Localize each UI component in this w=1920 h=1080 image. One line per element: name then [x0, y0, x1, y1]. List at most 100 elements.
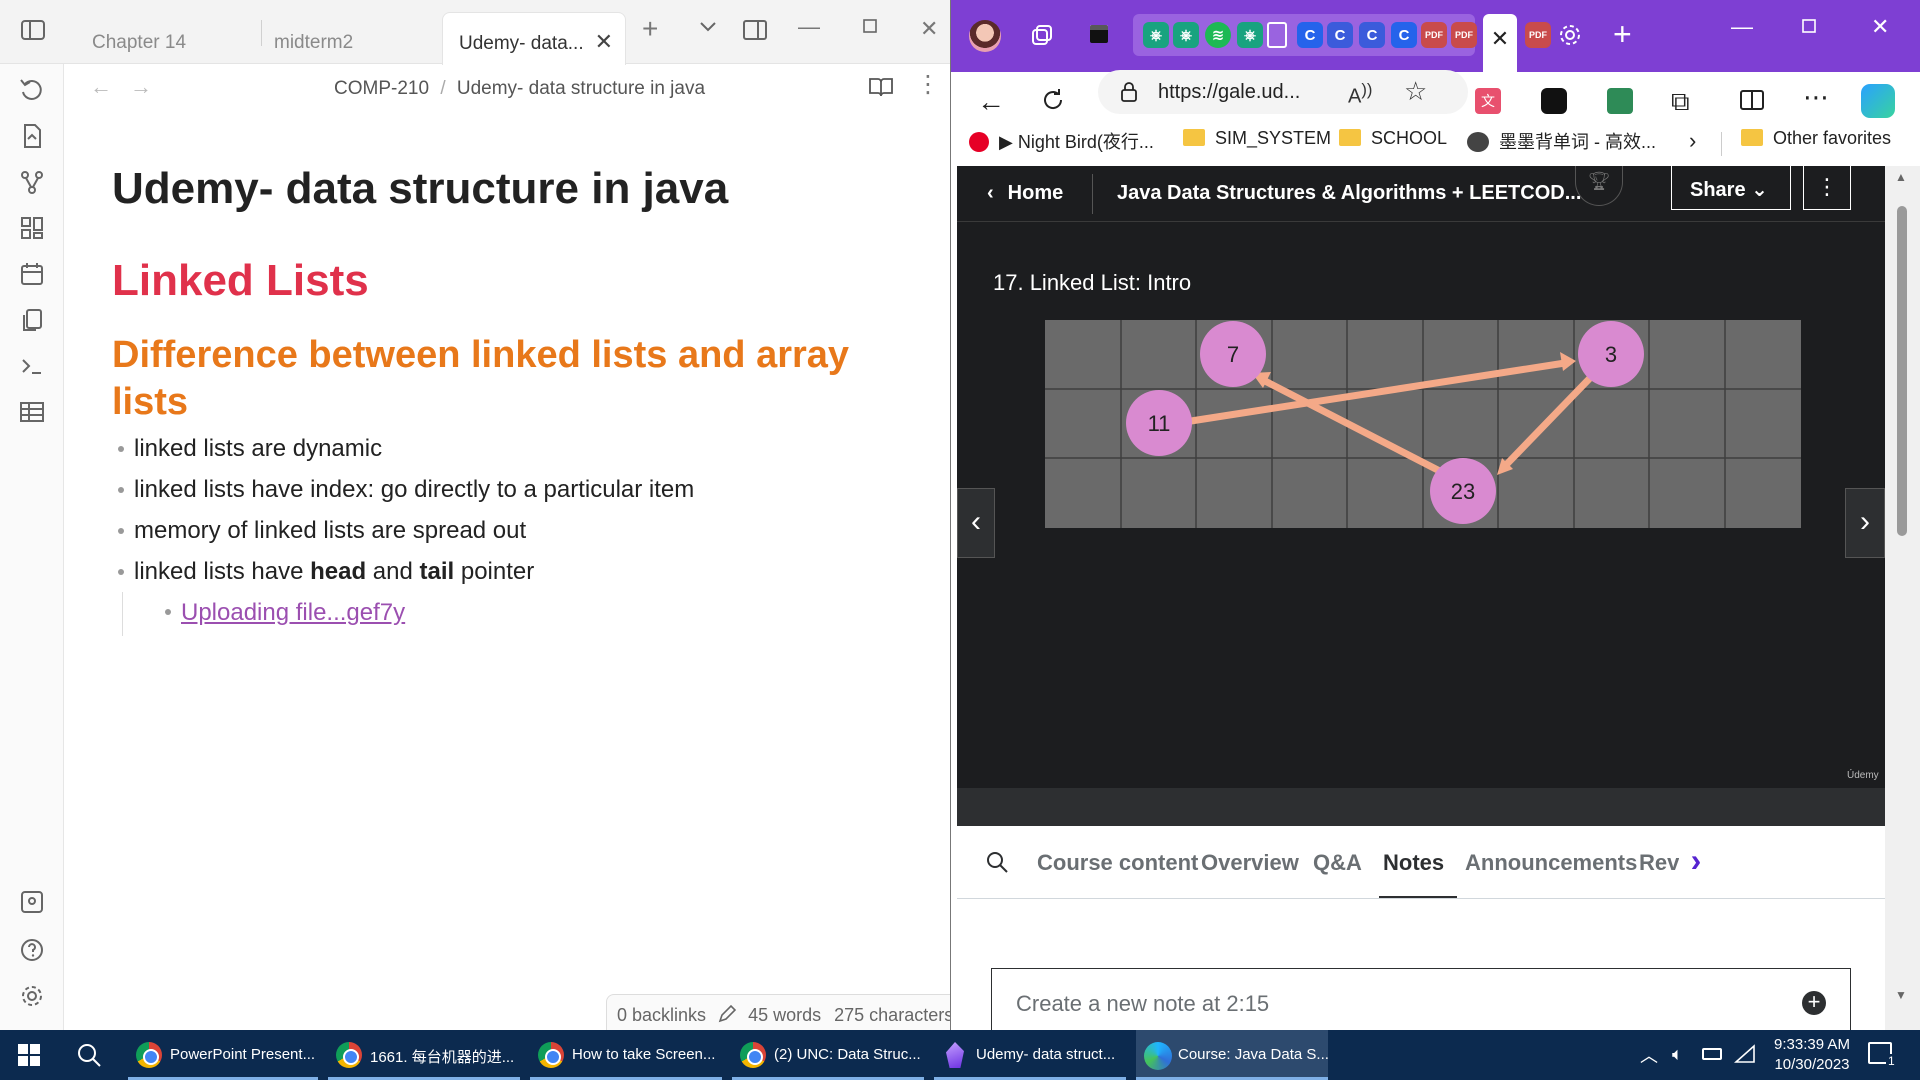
wifi-icon[interactable]	[1734, 1044, 1756, 1064]
copy-icon[interactable]	[18, 306, 46, 334]
taskbar-edge[interactable]: Course: Java Data S...	[1136, 1030, 1329, 1080]
tab-chatgpt[interactable]: ⎈	[1143, 22, 1169, 48]
tab-chapter-14[interactable]: Chapter 14	[76, 12, 256, 58]
tab-pdf[interactable]: PDF	[1421, 22, 1447, 48]
share-button[interactable]: Share ⌄	[1671, 164, 1791, 210]
refresh-icon[interactable]	[1039, 86, 1067, 114]
more-options-icon[interactable]: ⋮	[916, 73, 940, 97]
page-scrollbar[interactable]: ▲ ▼	[1885, 166, 1920, 1030]
tab-midterm2[interactable]: midterm2	[258, 12, 438, 58]
home-link[interactable]: ‹ Home	[987, 182, 1063, 205]
profile-avatar[interactable]	[969, 20, 1001, 52]
edit-pencil-icon[interactable]	[717, 1004, 737, 1024]
split-screen-icon[interactable]	[1739, 88, 1765, 112]
translate-extension-icon[interactable]: 文	[1475, 88, 1501, 114]
search-icon[interactable]	[985, 850, 1009, 874]
trophy-icon[interactable]: 🏆︎	[1575, 166, 1623, 206]
new-tab-icon[interactable]: +	[1613, 16, 1632, 53]
settings-gear-icon[interactable]	[1557, 22, 1583, 48]
tab-announcements[interactable]: Announcements	[1465, 850, 1637, 876]
search-icon[interactable]	[76, 1042, 102, 1068]
undo-icon[interactable]	[18, 76, 46, 104]
course-title[interactable]: Java Data Structures & Algorithms + LEET…	[1117, 182, 1581, 205]
scroll-up-icon[interactable]: ▲	[1895, 170, 1907, 184]
close-window-icon[interactable]: ✕	[920, 18, 938, 40]
tab-chatgpt[interactable]: ⎈	[1173, 22, 1199, 48]
tab-chatgpt[interactable]: ⎈	[1237, 22, 1263, 48]
tab-c-app[interactable]: C	[1297, 22, 1323, 48]
workspaces-icon[interactable]	[1029, 22, 1055, 48]
url-text[interactable]: https://gale.ud...	[1158, 81, 1300, 104]
windows-start-icon[interactable]	[18, 1044, 40, 1066]
lock-icon[interactable]	[1120, 82, 1138, 102]
favorite-vocab[interactable]: 墨墨背单词 - 高效...	[1467, 128, 1656, 154]
forward-arrow-icon[interactable]: →	[130, 76, 152, 98]
maximize-icon[interactable]	[1801, 18, 1817, 34]
active-tab[interactable]: ✕	[1483, 14, 1517, 72]
chevron-right-icon[interactable]: ›	[1679, 842, 1713, 882]
clock-time[interactable]: 9:33:39 AM	[1768, 1036, 1856, 1053]
favorite-other[interactable]: Other favorites	[1741, 128, 1891, 149]
uploading-file-link[interactable]: Uploading file...gef7y	[159, 599, 405, 626]
tab-overview[interactable]: Overview	[1201, 850, 1299, 876]
scrollbar-thumb[interactable]	[1897, 206, 1907, 536]
new-tab-icon[interactable]: +	[642, 15, 658, 43]
next-lecture-button[interactable]: ›	[1845, 488, 1885, 558]
split-view-icon[interactable]	[742, 18, 768, 42]
tab-course-content[interactable]: Course content	[1037, 850, 1198, 876]
open-note-icon[interactable]	[18, 122, 46, 150]
chevron-right-icon[interactable]: ›	[1689, 128, 1696, 154]
help-icon[interactable]	[18, 936, 46, 964]
graph-view-icon[interactable]	[18, 168, 46, 196]
sidebar-toggle-icon[interactable]	[20, 18, 46, 42]
extension-icon[interactable]	[1541, 88, 1567, 114]
calendar-icon[interactable]	[18, 260, 46, 288]
breadcrumb-note[interactable]: Udemy- data structure in java	[457, 78, 705, 99]
taskbar-powerpoint[interactable]: PowerPoint Present...	[128, 1030, 318, 1080]
settings-gear-icon[interactable]	[18, 982, 46, 1010]
copilot-icon[interactable]	[1861, 84, 1895, 118]
tab-notes[interactable]: Notes	[1383, 850, 1444, 876]
favorite-sim-system[interactable]: SIM_SYSTEM	[1183, 128, 1331, 149]
tab-udemy-note[interactable]: Udemy- data... ✕	[442, 12, 626, 65]
tab-c-app[interactable]: C	[1327, 22, 1353, 48]
close-tab-icon[interactable]: ✕	[595, 29, 613, 55]
back-arrow-icon[interactable]: ←	[90, 76, 112, 98]
add-note-icon[interactable]: +	[1802, 991, 1826, 1015]
table-icon[interactable]	[18, 398, 46, 426]
tab-pdf[interactable]: PDF	[1525, 22, 1551, 48]
chevron-up-icon[interactable]: ︿	[1640, 1042, 1658, 1068]
taskbar-leetcode[interactable]: 1661. 每台机器的进...	[328, 1030, 520, 1080]
favorite-star-icon[interactable]: ☆	[1404, 76, 1427, 107]
tab-c-app[interactable]: C	[1359, 22, 1385, 48]
tab-c-app[interactable]: C	[1391, 22, 1417, 48]
more-options-icon[interactable]: ⋯	[1803, 82, 1829, 113]
vault-icon[interactable]	[18, 888, 46, 916]
tab-page[interactable]	[1267, 22, 1287, 48]
puzzle-extensions-icon[interactable]: ⧉	[1671, 86, 1690, 118]
chevron-down-icon[interactable]	[698, 20, 718, 34]
scroll-down-icon[interactable]: ▼	[1895, 988, 1907, 1002]
favorite-night-bird[interactable]: ▶ Night Bird(夜行...	[969, 128, 1154, 154]
previous-lecture-button[interactable]: ‹	[957, 488, 995, 558]
extension-icon[interactable]	[1607, 88, 1633, 114]
more-options-icon[interactable]: ⋮	[1803, 164, 1851, 210]
url-bar[interactable]: https://gale.ud... A)) ☆	[1098, 70, 1468, 114]
breadcrumb-folder[interactable]: COMP-210	[334, 78, 429, 99]
taskbar-unc[interactable]: (2) UNC: Data Struc...	[732, 1030, 924, 1080]
minimize-icon[interactable]: —	[1731, 14, 1753, 40]
favorite-school[interactable]: SCHOOL	[1339, 128, 1447, 149]
canvas-icon[interactable]	[18, 214, 46, 242]
clock-date[interactable]: 10/30/2023	[1768, 1056, 1856, 1073]
terminal-icon[interactable]	[18, 352, 46, 380]
reading-view-icon[interactable]	[868, 76, 894, 98]
taskbar-screenshot[interactable]: How to take Screen...	[530, 1030, 722, 1080]
taskbar-obsidian[interactable]: Udemy- data struct...	[934, 1030, 1126, 1080]
tab-qa[interactable]: Q&A	[1313, 850, 1362, 876]
tab-actions-icon[interactable]	[1087, 22, 1111, 46]
note-title[interactable]: Udemy- data structure in java	[112, 164, 932, 214]
tab-spotify[interactable]: ≋	[1205, 22, 1231, 48]
back-arrow-icon[interactable]: ←	[977, 86, 1005, 118]
minimize-icon[interactable]: —	[798, 16, 820, 38]
tab-pdf[interactable]: PDF	[1451, 22, 1477, 48]
